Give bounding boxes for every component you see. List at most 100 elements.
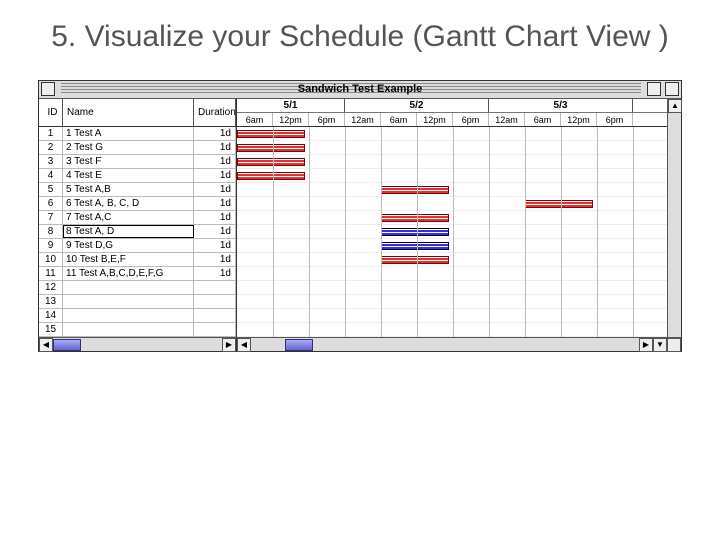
table-row[interactable]: 55 Test A,B1d (39, 183, 236, 197)
cell-name[interactable]: 6 Test A, B, C, D (63, 197, 194, 210)
gantt-row[interactable] (237, 281, 681, 295)
gantt-row[interactable] (237, 323, 681, 337)
cell-name[interactable] (63, 295, 194, 308)
table-row[interactable]: 14 (39, 309, 236, 323)
table-row[interactable]: 66 Test A, B, C, D1d (39, 197, 236, 211)
scroll-down-icon[interactable]: ▼ (653, 338, 667, 352)
gantt-row[interactable] (237, 309, 681, 323)
resize-handle-icon[interactable] (667, 338, 681, 352)
table-row[interactable]: 12 (39, 281, 236, 295)
gantt-bar[interactable] (237, 130, 305, 138)
cell-name[interactable] (63, 309, 194, 322)
cell-name[interactable]: 5 Test A,B (63, 183, 194, 196)
cell-duration[interactable]: 1d (194, 211, 236, 224)
gantt-bar[interactable] (381, 214, 449, 222)
cell-id: 12 (39, 281, 63, 294)
cell-duration[interactable]: 1d (194, 183, 236, 196)
titlebar[interactable]: Sandwich Test Example (39, 81, 681, 99)
gantt-bar[interactable] (381, 242, 449, 250)
gantt-bar[interactable] (237, 158, 305, 166)
gantt-row[interactable] (237, 239, 681, 253)
table-row[interactable]: 88 Test A, D1d (39, 225, 236, 239)
col-header-name[interactable]: Name (63, 99, 194, 126)
gantt-body[interactable] (237, 127, 681, 337)
table-row[interactable]: 22 Test G1d (39, 141, 236, 155)
zoom-button[interactable] (647, 82, 661, 96)
cell-name[interactable] (63, 281, 194, 294)
gantt-bar[interactable] (237, 172, 305, 180)
table-row[interactable]: 33 Test F1d (39, 155, 236, 169)
titlebar-stripes (61, 83, 641, 95)
cell-name[interactable]: 3 Test F (63, 155, 194, 168)
cell-duration[interactable] (194, 281, 236, 294)
cell-duration[interactable]: 1d (194, 239, 236, 252)
scroll-right-icon[interactable]: ▶ (222, 338, 236, 352)
table-row[interactable]: 99 Test D,G1d (39, 239, 236, 253)
gantt-row[interactable] (237, 183, 681, 197)
cell-name[interactable]: 9 Test D,G (63, 239, 194, 252)
table-header: ID Name Duration (39, 99, 236, 127)
right-h-scrollbar[interactable]: ◀ ▶ ▼ (237, 337, 681, 351)
cell-name[interactable]: 1 Test A (63, 127, 194, 140)
table-row[interactable]: 1010 Test B,E,F1d (39, 253, 236, 267)
scroll-thumb[interactable] (53, 339, 81, 351)
gantt-row[interactable] (237, 267, 681, 281)
cell-id: 9 (39, 239, 63, 252)
gantt-row[interactable] (237, 197, 681, 211)
gantt-row[interactable] (237, 295, 681, 309)
scroll-left-icon[interactable]: ◀ (39, 338, 53, 352)
cell-name[interactable]: 11 Test A,B,C,D,E,F,G (63, 267, 194, 280)
gantt-row[interactable] (237, 225, 681, 239)
gantt-bar[interactable] (381, 256, 449, 264)
gantt-row[interactable] (237, 169, 681, 183)
gantt-row[interactable] (237, 155, 681, 169)
cell-duration[interactable] (194, 295, 236, 308)
scroll-thumb[interactable] (285, 339, 313, 351)
close-icon[interactable] (41, 82, 55, 96)
gantt-row[interactable] (237, 127, 681, 141)
gridline (417, 127, 418, 337)
cell-duration[interactable]: 1d (194, 267, 236, 280)
cell-name[interactable]: 8 Test A, D (63, 225, 194, 238)
table-row[interactable]: 15 (39, 323, 236, 337)
cell-duration[interactable] (194, 309, 236, 322)
scroll-track[interactable] (251, 338, 285, 351)
scroll-left-icon[interactable]: ◀ (237, 338, 251, 352)
gantt-bar[interactable] (237, 144, 305, 152)
vertical-scrollbar[interactable]: ▲ (667, 99, 681, 337)
cell-duration[interactable]: 1d (194, 253, 236, 266)
cell-name[interactable]: 10 Test B,E,F (63, 253, 194, 266)
gantt-bar[interactable] (381, 186, 449, 194)
table-row[interactable]: 11 Test A1d (39, 127, 236, 141)
gantt-row[interactable] (237, 141, 681, 155)
scroll-up-icon[interactable]: ▲ (668, 99, 682, 113)
col-header-duration[interactable]: Duration (194, 99, 236, 126)
scroll-track[interactable] (313, 338, 639, 351)
col-header-id[interactable]: ID (39, 99, 63, 126)
gantt-row[interactable] (237, 211, 681, 225)
cell-name[interactable] (63, 323, 194, 336)
table-row[interactable]: 77 Test A,C1d (39, 211, 236, 225)
cell-duration[interactable]: 1d (194, 141, 236, 154)
hour-header: 12pm (561, 113, 597, 127)
cell-duration[interactable] (194, 323, 236, 336)
gantt-row[interactable] (237, 253, 681, 267)
scroll-right-icon[interactable]: ▶ (639, 338, 653, 352)
cell-duration[interactable]: 1d (194, 127, 236, 140)
table-row[interactable]: 13 (39, 295, 236, 309)
table-row[interactable]: 44 Test E1d (39, 169, 236, 183)
left-h-scrollbar[interactable]: ◀ ▶ (39, 337, 237, 351)
cell-name[interactable]: 4 Test E (63, 169, 194, 182)
gantt-bar[interactable] (525, 200, 593, 208)
cell-duration[interactable]: 1d (194, 225, 236, 238)
cell-name[interactable]: 2 Test G (63, 141, 194, 154)
table-row[interactable]: 1111 Test A,B,C,D,E,F,G1d (39, 267, 236, 281)
cell-name[interactable]: 7 Test A,C (63, 211, 194, 224)
cell-duration[interactable]: 1d (194, 197, 236, 210)
cell-duration[interactable]: 1d (194, 155, 236, 168)
collapse-button[interactable] (665, 82, 679, 96)
scroll-track[interactable] (81, 338, 222, 351)
cell-duration[interactable]: 1d (194, 169, 236, 182)
gantt-bar[interactable] (381, 228, 449, 236)
hour-header: 12am (345, 113, 381, 127)
